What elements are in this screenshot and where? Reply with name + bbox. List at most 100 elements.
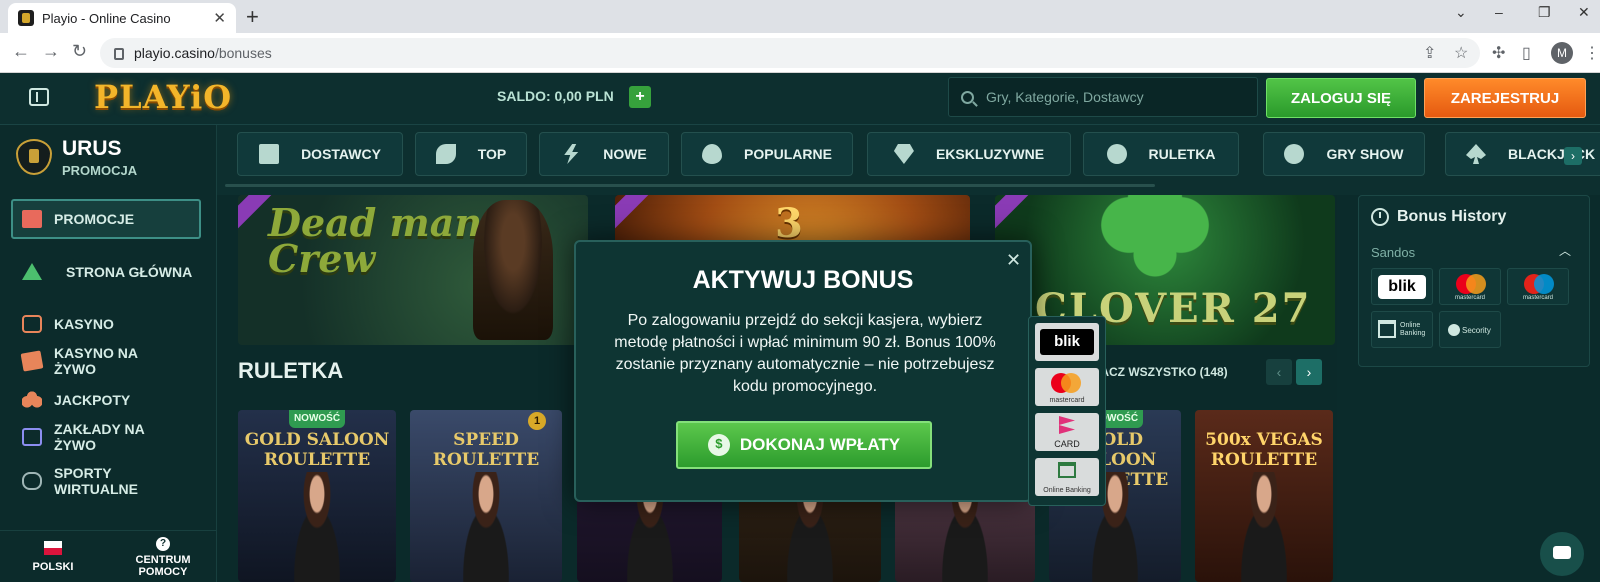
pirate-image [473,200,553,340]
game-card[interactable]: NOWOŚĆ GOLD SALOON ROULETTE [238,410,396,582]
modal-payment-blik[interactable]: blik [1035,323,1099,361]
address-bar: ← → ↻ playio.casino/bonuses ⇪ ☆ ✣ ▯ M ⋮ [0,33,1600,73]
category-bar: DOSTAWCY TOP NOWE POPULARNE EKSKLUZYWNE … [217,125,1600,195]
game-card[interactable]: 500x VEGAS ROULETTE [1195,410,1333,582]
side-panel-icon[interactable]: ▯ [1522,43,1531,63]
category-label: TOP [477,146,507,162]
payment-label: Online Banking [1043,487,1091,494]
exclusive-ribbon [615,195,654,232]
register-button[interactable]: ZAREJESTRUJ [1424,78,1586,118]
mastercard-icon [1051,373,1081,393]
minimize-icon[interactable]: – [1495,4,1503,20]
bonus-history-title: Bonus History [1397,208,1507,225]
sidebar-item-live-betting[interactable]: ZAKŁADY NA ŻYWO [22,421,162,453]
payment-label: Online Banking [1400,322,1426,337]
carousel-prev-button[interactable]: ‹ [1266,359,1292,385]
bank-icon [1378,320,1396,338]
site-favicon-icon [18,10,34,26]
language-label[interactable]: POLSKI [20,561,86,573]
category-dostawcy[interactable]: DOSTAWCY [237,132,403,176]
carousel-next-button[interactable]: › [1296,359,1322,385]
tab-close-icon[interactable]: ✕ [213,9,226,27]
payment-label: CARD [1054,439,1080,449]
live-bet-icon [22,428,42,446]
payment-group-label: Sandos [1371,245,1416,260]
payment-maestro[interactable]: mastercard [1507,268,1569,305]
sidebar-item-casino[interactable]: KASYNO [22,315,114,333]
sidebar-item-label: JACKPOTY [54,392,131,408]
search-box[interactable] [948,77,1258,117]
sidebar-item-virtual-sports[interactable]: SPORTY WIRTUALNE [22,465,162,497]
new-tab-button[interactable]: + [246,4,259,30]
browser-tab[interactable]: Playio - Online Casino ✕ [8,3,236,33]
category-nowe[interactable]: NOWE [539,132,669,176]
category-gry-show[interactable]: GRY SHOW [1263,132,1425,176]
forward-icon[interactable]: → [42,41,60,62]
help-icon[interactable]: ? [156,537,170,551]
category-popularne[interactable]: POPULARNE [681,132,853,176]
category-top[interactable]: TOP [415,132,527,176]
banner-dead-mans-crew[interactable]: Dead mans Crew [238,195,588,345]
site-header: PLAYiO SALDO: 0,00 PLN + ZALOGUJ SIĘ ZAR… [0,73,1600,125]
category-next-arrow[interactable]: › [1564,147,1582,165]
game-title: SPEED ROULETTE [432,430,540,470]
fire-icon [702,144,723,164]
chevron-up-icon[interactable]: ︿ [1559,242,1571,259]
help-center-label[interactable]: CENTRUM POMOCY [128,554,198,578]
category-label: GRY SHOW [1326,146,1404,162]
profile-avatar[interactable]: M [1551,42,1573,64]
category-ekskluzywne[interactable]: EKSKLUZYWNE [867,132,1071,176]
modal-payment-mastercard[interactable]: mastercard [1035,368,1099,406]
payment-online-banking[interactable]: Online Banking [1371,311,1433,348]
back-icon[interactable]: ← [12,41,30,62]
restore-icon[interactable]: ❐ [1538,4,1551,21]
brand-shield-icon [16,139,52,175]
blik-logo: blik [1040,329,1094,355]
add-funds-button[interactable]: + [629,86,651,108]
browser-menu-icon[interactable]: ⋮ [1584,43,1600,63]
tent-icon [22,263,42,280]
sidebar-item-jackpots[interactable]: JACKPOTY [22,391,130,409]
deposit-button[interactable]: DOKONAJ WPŁATY [676,421,932,469]
sidebar-item-promocje[interactable]: PROMOCJE [22,210,134,228]
activate-bonus-modal: ✕ AKTYWUJ BONUS Po zalogowaniu przejdź d… [574,240,1032,502]
sidebar-item-label: KASYNO NA ŻYWO [54,345,138,377]
reload-icon[interactable]: ↻ [72,41,87,62]
poland-flag-icon[interactable] [44,541,62,555]
payment-secority[interactable]: Secority [1439,311,1501,348]
card-icon [1059,416,1075,434]
category-label: DOSTAWCY [301,146,381,162]
search-input[interactable] [986,89,1246,105]
tab-title: Playio - Online Casino [42,10,171,26]
coins-icon [707,434,730,456]
site-logo[interactable]: PLAYiO [94,78,232,116]
share-icon[interactable]: ⇪ [1423,43,1436,63]
lock-icon [114,48,124,60]
payment-blik[interactable]: blik [1371,268,1433,305]
sidebar-toggle-icon[interactable] [29,88,49,106]
sidebar-item-home[interactable]: STRONA GŁÓWNA [22,263,192,280]
category-scrollbar[interactable] [225,184,1155,187]
dealer-image [451,472,521,582]
tab-list-chevron-icon[interactable]: ⌄ [1455,4,1467,21]
url-field[interactable]: playio.casino/bonuses [100,38,1480,68]
category-ruletka[interactable]: RULETKA [1083,132,1239,176]
chat-icon[interactable] [1540,532,1584,576]
brand-name: URUS [62,137,122,160]
extensions-icon[interactable]: ✣ [1492,43,1505,63]
sidebar-item-label: ZAKŁADY NA ŻYWO [54,421,145,453]
payment-label: mastercard [1522,295,1553,301]
diamond-icon [893,144,914,164]
close-window-icon[interactable]: ✕ [1578,4,1590,21]
modal-payment-online-banking[interactable]: Online Banking [1035,458,1099,496]
login-button[interactable]: ZALOGUJ SIĘ [1266,78,1416,118]
payment-mastercard[interactable]: mastercard [1439,268,1501,305]
dealer-image [1229,472,1299,582]
clover-icon [22,391,42,409]
category-label: EKSKLUZYWNE [935,146,1045,162]
game-card[interactable]: 1 SPEED ROULETTE [410,410,562,582]
sidebar-item-live-casino[interactable]: KASYNO NA ŻYWO [20,345,162,377]
modal-payment-card[interactable]: CARD [1035,413,1099,451]
bookmark-star-icon[interactable]: ☆ [1454,43,1468,63]
category-label: POPULARNE [744,146,832,162]
